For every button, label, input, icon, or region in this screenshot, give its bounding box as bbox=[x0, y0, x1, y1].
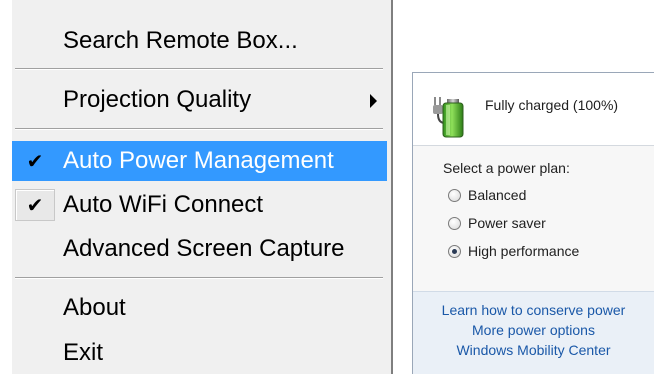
battery-charged-icon bbox=[433, 97, 464, 138]
context-menu: Search Remote Box... Projection Quality … bbox=[12, 0, 393, 374]
link-more-power-options[interactable]: More power options bbox=[413, 322, 654, 338]
menu-item-advanced-screen-capture[interactable]: Advanced Screen Capture bbox=[12, 231, 387, 267]
menu-item-projection-quality[interactable]: Projection Quality bbox=[12, 82, 387, 118]
menu-item-label: Exit bbox=[63, 339, 104, 366]
radio-button-selected[interactable] bbox=[448, 244, 461, 258]
radio-button[interactable] bbox=[448, 216, 461, 230]
power-plan-label: Power saver bbox=[468, 215, 546, 231]
menu-item-exit[interactable]: Exit bbox=[12, 335, 387, 371]
menu-item-about[interactable]: About bbox=[12, 290, 387, 326]
menu-item-label: Auto Power Management bbox=[63, 147, 334, 174]
power-plan-power-saver[interactable]: Power saver bbox=[448, 214, 546, 232]
menu-separator bbox=[15, 128, 383, 130]
menu-item-label: Advanced Screen Capture bbox=[63, 235, 345, 262]
menu-item-label: About bbox=[63, 294, 126, 321]
link-conserve-power[interactable]: Learn how to conserve power bbox=[413, 302, 654, 318]
submenu-arrow-icon bbox=[370, 94, 377, 108]
power-plan-label: High performance bbox=[468, 243, 580, 259]
menu-item-auto-power-management[interactable]: ✔ Auto Power Management bbox=[12, 141, 387, 181]
link-windows-mobility-center[interactable]: Windows Mobility Center bbox=[413, 342, 654, 358]
power-plan-balanced[interactable]: Balanced bbox=[448, 186, 526, 204]
power-plan-high-performance[interactable]: High performance bbox=[448, 242, 579, 260]
menu-item-label: Auto WiFi Connect bbox=[63, 191, 264, 218]
power-plan-label: Balanced bbox=[468, 187, 527, 203]
check-icon: ✔ bbox=[26, 150, 44, 173]
check-icon: ✔ bbox=[15, 189, 55, 221]
menu-item-auto-wifi-connect[interactable]: ✔ Auto WiFi Connect bbox=[12, 187, 387, 223]
menu-item-label: Projection Quality bbox=[63, 86, 252, 113]
battery-status-panel: Fully charged (100%) bbox=[413, 73, 654, 146]
power-plan-heading: Select a power plan: bbox=[443, 160, 570, 176]
menu-item-label: Search Remote Box... bbox=[63, 27, 298, 54]
menu-separator bbox=[15, 68, 383, 70]
menu-separator bbox=[15, 277, 383, 279]
power-flyout: Fully charged (100%) Select a power plan… bbox=[412, 72, 654, 374]
radio-button[interactable] bbox=[448, 188, 461, 202]
menu-item-search-remote-box[interactable]: Search Remote Box... bbox=[12, 23, 387, 59]
battery-status-text: Fully charged (100%) bbox=[485, 97, 619, 113]
power-links-panel: Learn how to conserve power More power o… bbox=[413, 291, 654, 374]
